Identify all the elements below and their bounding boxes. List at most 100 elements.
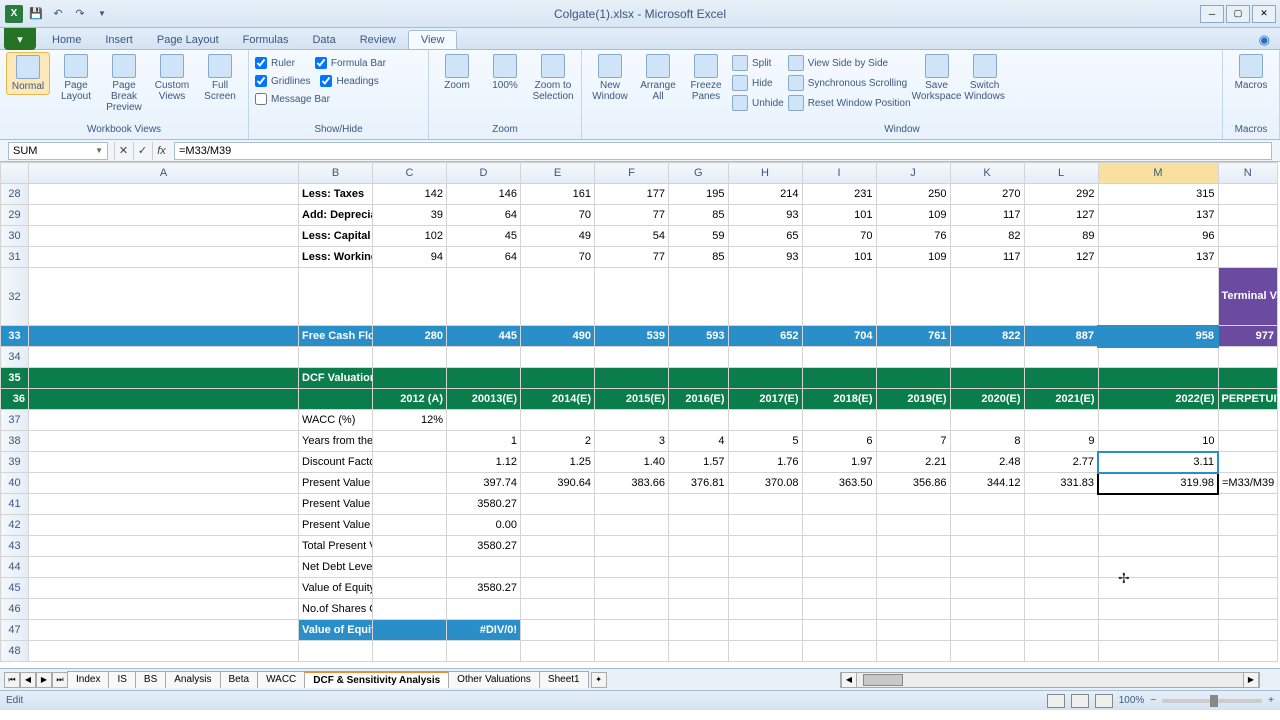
tab-view[interactable]: View xyxy=(408,30,458,49)
cell[interactable] xyxy=(669,494,729,515)
cell[interactable] xyxy=(802,494,876,515)
cell[interactable] xyxy=(595,599,669,620)
cell[interactable]: 822 xyxy=(950,326,1024,347)
cell[interactable] xyxy=(373,620,447,641)
cell[interactable]: 2017(E) xyxy=(728,389,802,410)
cell[interactable] xyxy=(521,494,595,515)
cell[interactable]: 77 xyxy=(595,205,669,226)
cell[interactable]: No.of Shares Outstanding (in Crores) xyxy=(299,599,373,620)
excel-app-icon[interactable]: X xyxy=(4,4,24,24)
cell[interactable] xyxy=(1218,557,1278,578)
cell[interactable] xyxy=(521,578,595,599)
cell[interactable]: Terminal Value of Future Cash Flows xyxy=(1218,268,1278,326)
page-layout-view-icon[interactable] xyxy=(1071,694,1089,708)
zoom-in-icon[interactable]: + xyxy=(1268,695,1274,706)
sheet-nav-first[interactable]: ⏮ xyxy=(4,672,20,688)
cell[interactable]: Less: Working Capital Change xyxy=(299,247,373,268)
column-headers[interactable]: A B C D E F G H I J K L M N xyxy=(1,163,1278,184)
cell[interactable]: 76 xyxy=(876,226,950,247)
cell[interactable]: PERPETUITY xyxy=(1218,389,1278,410)
zoom-slider[interactable] xyxy=(1162,699,1262,703)
cell[interactable] xyxy=(802,578,876,599)
help-icon[interactable]: ◉ xyxy=(1259,32,1270,48)
hide-button[interactable]: Hide xyxy=(732,74,784,92)
sheet-tab[interactable]: Index xyxy=(67,671,109,688)
cell[interactable] xyxy=(802,410,876,431)
cell[interactable]: 70 xyxy=(521,205,595,226)
cell[interactable]: 376.81 xyxy=(669,473,729,494)
cell[interactable]: 958 xyxy=(1098,326,1218,347)
cell[interactable] xyxy=(876,536,950,557)
cell[interactable]: 4 xyxy=(669,431,729,452)
row-header[interactable]: 48 xyxy=(1,641,29,662)
cell[interactable] xyxy=(521,536,595,557)
cell[interactable] xyxy=(876,599,950,620)
col-header[interactable]: H xyxy=(728,163,802,184)
cell[interactable] xyxy=(950,557,1024,578)
cell[interactable] xyxy=(669,599,729,620)
gridlines-checkbox[interactable]: Gridlines xyxy=(255,74,310,88)
cell[interactable]: 1.97 xyxy=(802,452,876,473)
cell[interactable] xyxy=(669,536,729,557)
cell[interactable]: 89 xyxy=(1024,226,1098,247)
row-header[interactable]: 45 xyxy=(1,578,29,599)
cell[interactable]: DCF Valuation xyxy=(299,368,373,389)
cell[interactable]: 5 xyxy=(728,431,802,452)
cell[interactable] xyxy=(1024,599,1098,620)
select-all-corner[interactable] xyxy=(1,163,29,184)
cell[interactable] xyxy=(1024,515,1098,536)
cell[interactable]: 127 xyxy=(1024,247,1098,268)
cell[interactable] xyxy=(1218,431,1278,452)
cell[interactable]: Present Value of Terminal Cash Flow xyxy=(299,515,373,536)
cell[interactable] xyxy=(1024,410,1098,431)
cell[interactable]: 593 xyxy=(669,326,729,347)
cell[interactable] xyxy=(728,599,802,620)
cell[interactable]: 3580.27 xyxy=(447,578,521,599)
cell[interactable]: 2019(E) xyxy=(876,389,950,410)
cell[interactable]: 0.00 xyxy=(447,515,521,536)
cell[interactable]: 2.48 xyxy=(950,452,1024,473)
cell[interactable]: 356.86 xyxy=(876,473,950,494)
sheet-tab[interactable]: IS xyxy=(108,671,135,688)
cell[interactable]: Present Value of 1-10 Year Cash Flows xyxy=(299,494,373,515)
cell[interactable]: 490 xyxy=(521,326,595,347)
cell[interactable]: 704 xyxy=(802,326,876,347)
cell[interactable] xyxy=(595,410,669,431)
cell[interactable] xyxy=(521,410,595,431)
cell[interactable]: 96 xyxy=(1098,226,1218,247)
cell[interactable] xyxy=(1218,599,1278,620)
cell[interactable] xyxy=(1218,578,1278,599)
col-header[interactable]: B xyxy=(299,163,373,184)
cell[interactable] xyxy=(521,557,595,578)
cell[interactable]: 887 xyxy=(1024,326,1098,347)
cell[interactable]: 127 xyxy=(1024,205,1098,226)
cell[interactable]: 85 xyxy=(669,205,729,226)
custom-views-button[interactable]: Custom Views xyxy=(150,52,194,104)
cell[interactable]: 12% xyxy=(373,410,447,431)
full-screen-button[interactable]: Full Screen xyxy=(198,52,242,104)
cell[interactable]: 2014(E) xyxy=(521,389,595,410)
page-break-preview-button[interactable]: Page Break Preview xyxy=(102,52,146,115)
normal-view-icon[interactable] xyxy=(1047,694,1065,708)
sheet-tab[interactable]: Sheet1 xyxy=(539,671,589,688)
formula-bar-checkbox[interactable]: Formula Bar xyxy=(315,56,386,70)
col-header[interactable]: C xyxy=(373,163,447,184)
cell[interactable]: 82 xyxy=(950,226,1024,247)
col-header[interactable]: I xyxy=(802,163,876,184)
cell[interactable] xyxy=(521,515,595,536)
sheet-nav-prev[interactable]: ◀ xyxy=(20,672,36,688)
cell[interactable]: 195 xyxy=(669,184,729,205)
cell[interactable] xyxy=(595,578,669,599)
cell[interactable]: 315 xyxy=(1098,184,1218,205)
cell[interactable]: 93 xyxy=(728,205,802,226)
cell[interactable] xyxy=(950,599,1024,620)
cell[interactable]: 1.57 xyxy=(669,452,729,473)
cell[interactable]: 383.66 xyxy=(595,473,669,494)
cell[interactable] xyxy=(1098,536,1218,557)
split-button[interactable]: Split xyxy=(732,54,784,72)
cell[interactable]: 2 xyxy=(521,431,595,452)
cell[interactable] xyxy=(669,515,729,536)
cell[interactable]: 363.50 xyxy=(802,473,876,494)
cell[interactable]: 2015(E) xyxy=(595,389,669,410)
cell[interactable] xyxy=(876,494,950,515)
